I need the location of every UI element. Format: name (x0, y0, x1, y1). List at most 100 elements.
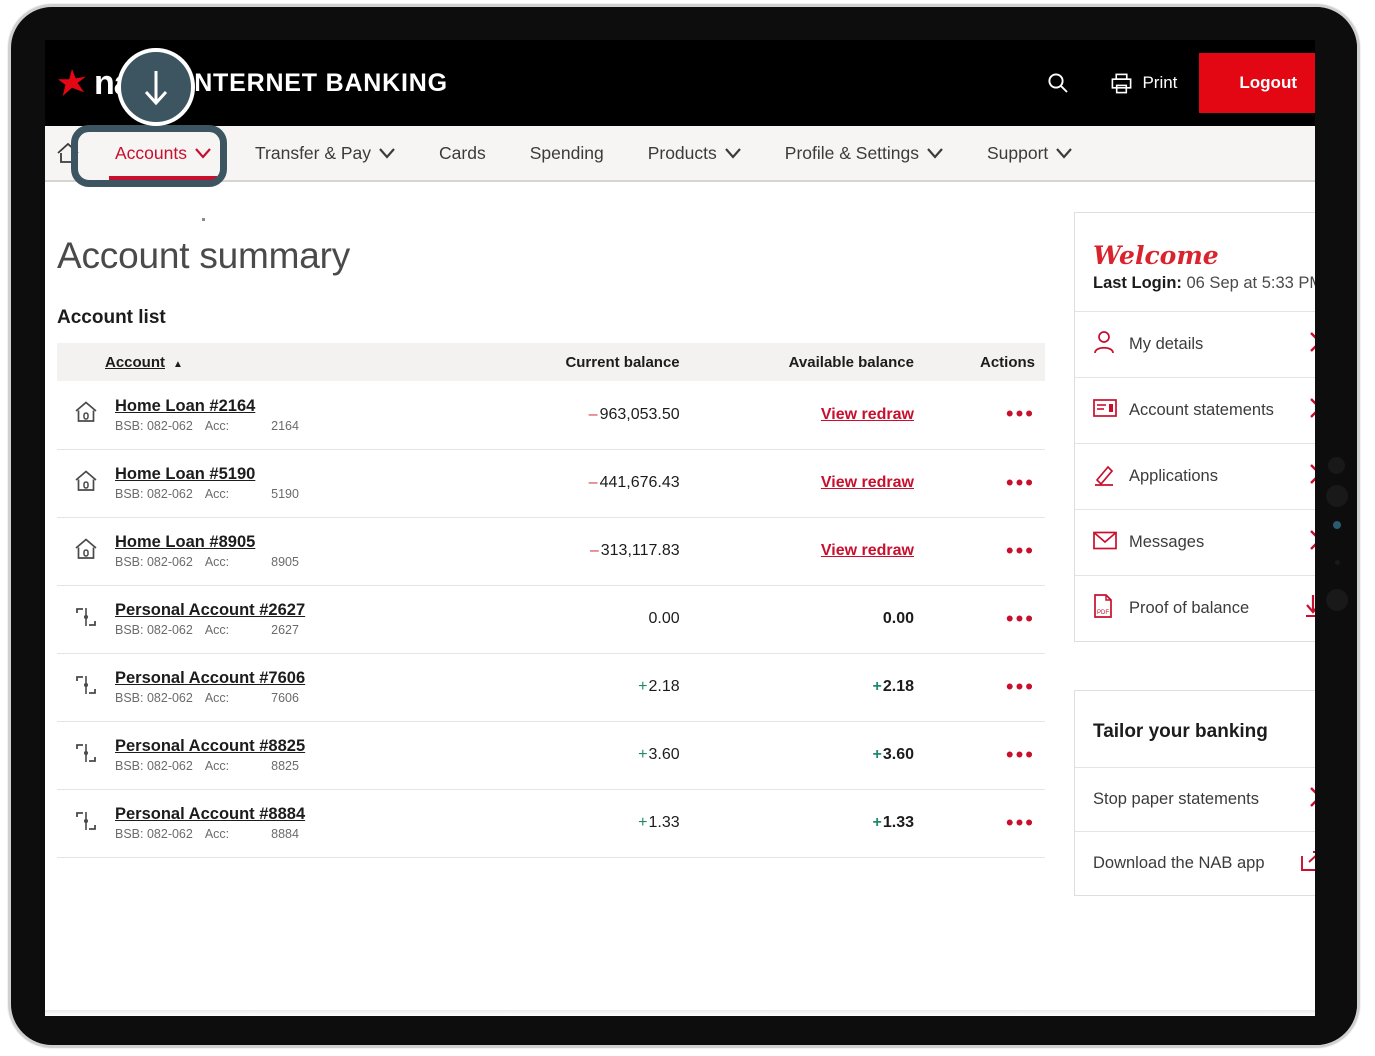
envelope-icon (1093, 531, 1123, 555)
balance-sign: + (638, 678, 647, 695)
device-indicator-light (1333, 521, 1341, 529)
balance-sign: + (873, 678, 882, 695)
account-meta: BSB: 082-062Acc:8905 (115, 555, 299, 569)
view-redraw-link[interactable]: View redraw (821, 474, 914, 491)
cell-actions: ••• (924, 721, 1045, 789)
balance-sign: + (873, 746, 882, 763)
cell-current-balance: +2.18 (473, 653, 689, 721)
table-row[interactable]: Personal Account #7606 BSB: 082-062Acc:76… (57, 653, 1045, 721)
table-row[interactable]: Home Loan #8905 BSB: 082-062Acc:8905 –313,… (57, 517, 1045, 585)
chevron-down-icon (195, 148, 211, 159)
last-login-label: Last Login: (1093, 274, 1182, 292)
account-name-link[interactable]: Personal Account #2627 (115, 601, 305, 620)
transfer-arrows-icon (73, 808, 99, 839)
sidebar-item-messages[interactable]: Messages (1075, 509, 1336, 575)
nav-item-products[interactable]: Products (626, 126, 763, 180)
view-redraw-link[interactable]: View redraw (821, 406, 914, 423)
table-row[interactable]: Home Loan #5190BSB: 082-062Acc:5190–441,… (57, 449, 1045, 517)
ellipsis-icon[interactable]: ••• (1006, 810, 1035, 835)
account-bsb: BSB: 082-062 (115, 555, 193, 569)
account-name-link[interactable]: Personal Account #8884 (115, 805, 305, 824)
ellipsis-icon[interactable]: ••• (1006, 470, 1035, 495)
sidebar-item-applications[interactable]: Applications (1075, 443, 1336, 509)
table-row[interactable]: Personal Account #2627BSB: 082-062Acc:26… (57, 585, 1045, 653)
main-navigation: Accounts Transfer & Pay Cards Spending P… (45, 126, 1337, 182)
account-number: 2627 (271, 623, 299, 637)
balance-amount: 3.60 (883, 746, 914, 763)
sidebar-item-account-statements[interactable]: Account statements (1075, 377, 1336, 443)
table-row[interactable]: Home Loan #2164BSB: 082-062Acc:2164–963,… (57, 381, 1045, 449)
sidebar-item-my-details[interactable]: My details (1075, 311, 1336, 377)
account-number: 2164 (271, 419, 299, 433)
account-acc-label: Acc: (205, 827, 229, 841)
sort-account-link[interactable]: Account (105, 354, 165, 371)
account-name-link[interactable]: Home Loan #8905 (115, 533, 299, 552)
account-acc-label: Acc: (205, 759, 229, 773)
balance-amount: 313,117.83 (601, 542, 680, 559)
tablet-device-frame: nab INTERNET BANKING Print (8, 4, 1360, 1048)
ellipsis-icon[interactable]: ••• (1006, 742, 1035, 767)
cell-actions: ••• (924, 789, 1045, 857)
person-icon (1093, 330, 1123, 359)
ellipsis-icon[interactable]: ••• (1006, 538, 1035, 563)
device-microphone (1335, 560, 1340, 565)
sidebar-item-applications-label: Applications (1123, 467, 1309, 486)
house-icon (73, 536, 99, 567)
tailor-item-download-nab-app-label: Download the NAB app (1093, 854, 1300, 873)
account-bsb: BSB: 082-062 (115, 487, 193, 501)
account-number: 7606 (271, 691, 299, 705)
tailor-item-download-nab-app[interactable]: Download the NAB app (1075, 831, 1336, 895)
account-meta: BSB: 082-062Acc:8825 (115, 759, 305, 773)
nav-item-spending[interactable]: Spending (508, 126, 626, 180)
ellipsis-icon[interactable]: ••• (1006, 606, 1035, 631)
print-button[interactable]: Print (1088, 72, 1199, 95)
nav-item-spending-label: Spending (530, 143, 604, 164)
balance-amount: 2.18 (649, 678, 680, 695)
tailor-item-stop-paper-statements[interactable]: Stop paper statements (1075, 767, 1336, 831)
pdf-document-icon: PDF (1093, 594, 1123, 623)
table-row[interactable]: Personal Account #8825BSB: 082-062Acc:88… (57, 721, 1045, 789)
sidebar-item-proof-of-balance[interactable]: PDF Proof of balance (1075, 575, 1336, 641)
ellipsis-icon[interactable]: ••• (1006, 674, 1035, 699)
account-meta: BSB: 082-062Acc:8884 (115, 827, 305, 841)
transfer-arrows-icon (73, 740, 99, 771)
nav-item-support[interactable]: Support (965, 126, 1094, 180)
sidebar-item-my-details-label: My details (1123, 335, 1309, 354)
account-meta: BSB: 082-062Acc:7606 (115, 691, 305, 705)
account-bsb: BSB: 082-062 (115, 691, 193, 705)
nav-item-profile-settings[interactable]: Profile & Settings (763, 126, 965, 180)
nav-item-support-label: Support (987, 143, 1048, 164)
account-name-link[interactable]: Personal Account #7606 (115, 669, 305, 688)
balance-sign: + (638, 746, 647, 763)
cell-current-balance: +3.60 (473, 721, 689, 789)
account-name-link[interactable]: Home Loan #2164 (115, 397, 299, 416)
search-icon[interactable] (1028, 71, 1088, 95)
balance-amount: 3.60 (649, 746, 680, 763)
tailor-heading: Tailor your banking (1075, 691, 1336, 767)
nav-item-transfer-pay[interactable]: Transfer & Pay (233, 126, 417, 180)
account-name-link[interactable]: Home Loan #5190 (115, 465, 299, 484)
nav-item-transfer-pay-label: Transfer & Pay (255, 143, 371, 164)
cell-account: Personal Account #8825BSB: 082-062Acc:88… (57, 721, 473, 789)
nav-item-home[interactable] (51, 140, 93, 166)
ellipsis-icon[interactable]: ••• (1006, 401, 1035, 426)
cell-current-balance: –313,117.83 (473, 517, 689, 585)
chevron-down-icon (725, 148, 741, 159)
cell-actions: ••• (924, 585, 1045, 653)
view-redraw-link[interactable]: View redraw (821, 542, 914, 559)
account-name-link[interactable]: Personal Account #8825 (115, 737, 305, 756)
balance-sign: – (590, 542, 599, 559)
balance-amount: 963,053.50 (600, 406, 680, 423)
nab-logo[interactable]: nab (57, 64, 151, 103)
account-acc-label: Acc: (205, 623, 229, 637)
house-icon (73, 399, 99, 430)
column-header-account[interactable]: Account▲ (57, 343, 473, 381)
account-acc-label: Acc: (205, 487, 229, 501)
home-icon (55, 140, 81, 166)
account-number: 8825 (271, 759, 299, 773)
cell-available-balance: +3.60 (690, 721, 924, 789)
nav-item-cards[interactable]: Cards (417, 126, 508, 180)
device-camera (1326, 485, 1348, 507)
table-row[interactable]: Personal Account #8884 BSB: 082-062Acc:88… (57, 789, 1045, 857)
nav-item-accounts[interactable]: Accounts (93, 126, 233, 180)
